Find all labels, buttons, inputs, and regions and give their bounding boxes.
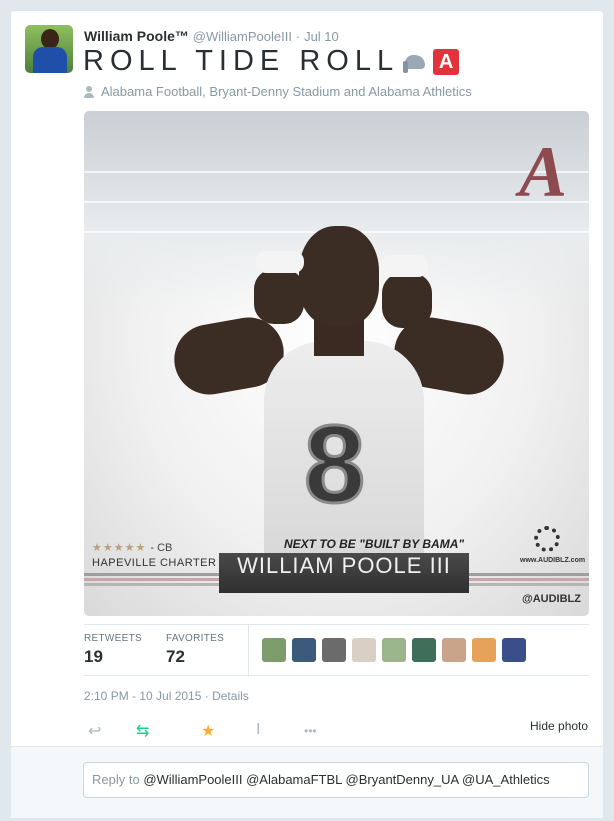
favoriter-avatar[interactable] bbox=[352, 638, 376, 662]
tweet-text-content: ROLL TIDE ROLL bbox=[83, 45, 400, 77]
favoriter-avatar[interactable] bbox=[502, 638, 526, 662]
letter-a-icon: A bbox=[433, 48, 460, 75]
favoriter-avatar[interactable] bbox=[382, 638, 406, 662]
author-name[interactable]: William Poole™ bbox=[84, 28, 189, 44]
author-avatar[interactable] bbox=[25, 25, 73, 73]
tweet-card: William Poole™ @WilliamPooleIII · Jul 10… bbox=[10, 10, 604, 819]
tweet-text: ROLL TIDE ROLL A bbox=[83, 45, 460, 78]
details-link[interactable]: Details bbox=[212, 689, 249, 703]
favoriter-avatar[interactable] bbox=[322, 638, 346, 662]
stars-glyphs: ★★★★★ bbox=[92, 542, 147, 554]
reply-icon[interactable]: ↩ bbox=[88, 721, 101, 741]
favoriter-avatars bbox=[262, 638, 532, 662]
tweet-photo[interactable]: A 8 ★★★★★ - CB HAPEVILLE CHARTER NEXT TO… bbox=[84, 111, 589, 616]
retweets-label: RETWEETS bbox=[84, 633, 142, 644]
star-rating: ★★★★★ - CB bbox=[92, 541, 172, 554]
retweet-icon[interactable]: ⇆ bbox=[136, 721, 149, 741]
retweets-count: 19 bbox=[84, 647, 103, 666]
retweets-stat[interactable]: RETWEETS 19 bbox=[84, 633, 142, 667]
favoriter-avatar[interactable] bbox=[442, 638, 466, 662]
header-separator: · bbox=[295, 29, 301, 44]
alabama-logo: A bbox=[518, 132, 567, 212]
reply-area: Reply to @WilliamPooleIII @AlabamaFTBL @… bbox=[11, 746, 603, 818]
avatar-head bbox=[41, 29, 59, 49]
tweet-actions: ↩ ⇆ ★ I ••• Hide photo bbox=[84, 715, 589, 745]
reply-mentions: @WilliamPooleIII @AlabamaFTBL @BryantDen… bbox=[143, 772, 550, 787]
favorite-icon[interactable]: ★ bbox=[201, 721, 215, 741]
elephant-icon bbox=[403, 51, 429, 73]
tweet-time[interactable]: Jul 10 bbox=[304, 29, 339, 44]
photo-watermark: @AUDIBLZ bbox=[522, 593, 581, 605]
avatar-jersey bbox=[33, 47, 67, 73]
photo-tagline: NEXT TO BE "BUILT BY BAMA" bbox=[284, 537, 465, 551]
school-name: HAPEVILLE CHARTER bbox=[92, 557, 217, 569]
reply-prefix: Reply to bbox=[92, 772, 140, 787]
tweet-header: William Poole™ @WilliamPooleIII · Jul 10 bbox=[84, 28, 339, 44]
favoriter-avatar[interactable] bbox=[472, 638, 496, 662]
stats-divider bbox=[248, 625, 249, 677]
reply-input[interactable]: Reply to @WilliamPooleIII @AlabamaFTBL @… bbox=[83, 762, 589, 798]
favoriter-avatar[interactable] bbox=[412, 638, 436, 662]
text-cursor-icon[interactable]: I bbox=[256, 721, 260, 739]
tweet-stats: RETWEETS 19 FAVORITES 72 bbox=[84, 624, 589, 677]
jersey-number: 8 bbox=[302, 402, 366, 528]
site-url: www.AUDIBLZ.com bbox=[520, 557, 586, 564]
name-banner: WILLIAM POOLE III bbox=[219, 553, 469, 593]
audiblz-logo-icon bbox=[534, 526, 560, 552]
tweet-timestamp[interactable]: 2:10 PM - 10 Jul 2015 bbox=[84, 689, 201, 703]
banner-name: WILLIAM POOLE III bbox=[237, 553, 451, 578]
tweet-meta: 2:10 PM - 10 Jul 2015 · Details bbox=[84, 689, 249, 703]
person-icon bbox=[83, 85, 95, 98]
tweet-place[interactable]: Alabama Football, Bryant-Denny Stadium a… bbox=[83, 84, 472, 99]
meta-separator: · bbox=[204, 689, 209, 703]
favorites-label: FAVORITES bbox=[166, 633, 225, 644]
place-label[interactable]: Alabama Football, Bryant-Denny Stadium a… bbox=[101, 84, 472, 99]
player-position: - CB bbox=[150, 542, 173, 554]
author-handle[interactable]: @WilliamPooleIII bbox=[193, 29, 292, 44]
hide-photo-link[interactable]: Hide photo bbox=[530, 719, 588, 733]
favoriter-avatar[interactable] bbox=[292, 638, 316, 662]
favorites-stat[interactable]: FAVORITES 72 bbox=[166, 633, 224, 667]
favoriter-avatar[interactable] bbox=[262, 638, 286, 662]
more-icon[interactable]: ••• bbox=[304, 724, 317, 738]
favorites-count: 72 bbox=[166, 647, 185, 666]
